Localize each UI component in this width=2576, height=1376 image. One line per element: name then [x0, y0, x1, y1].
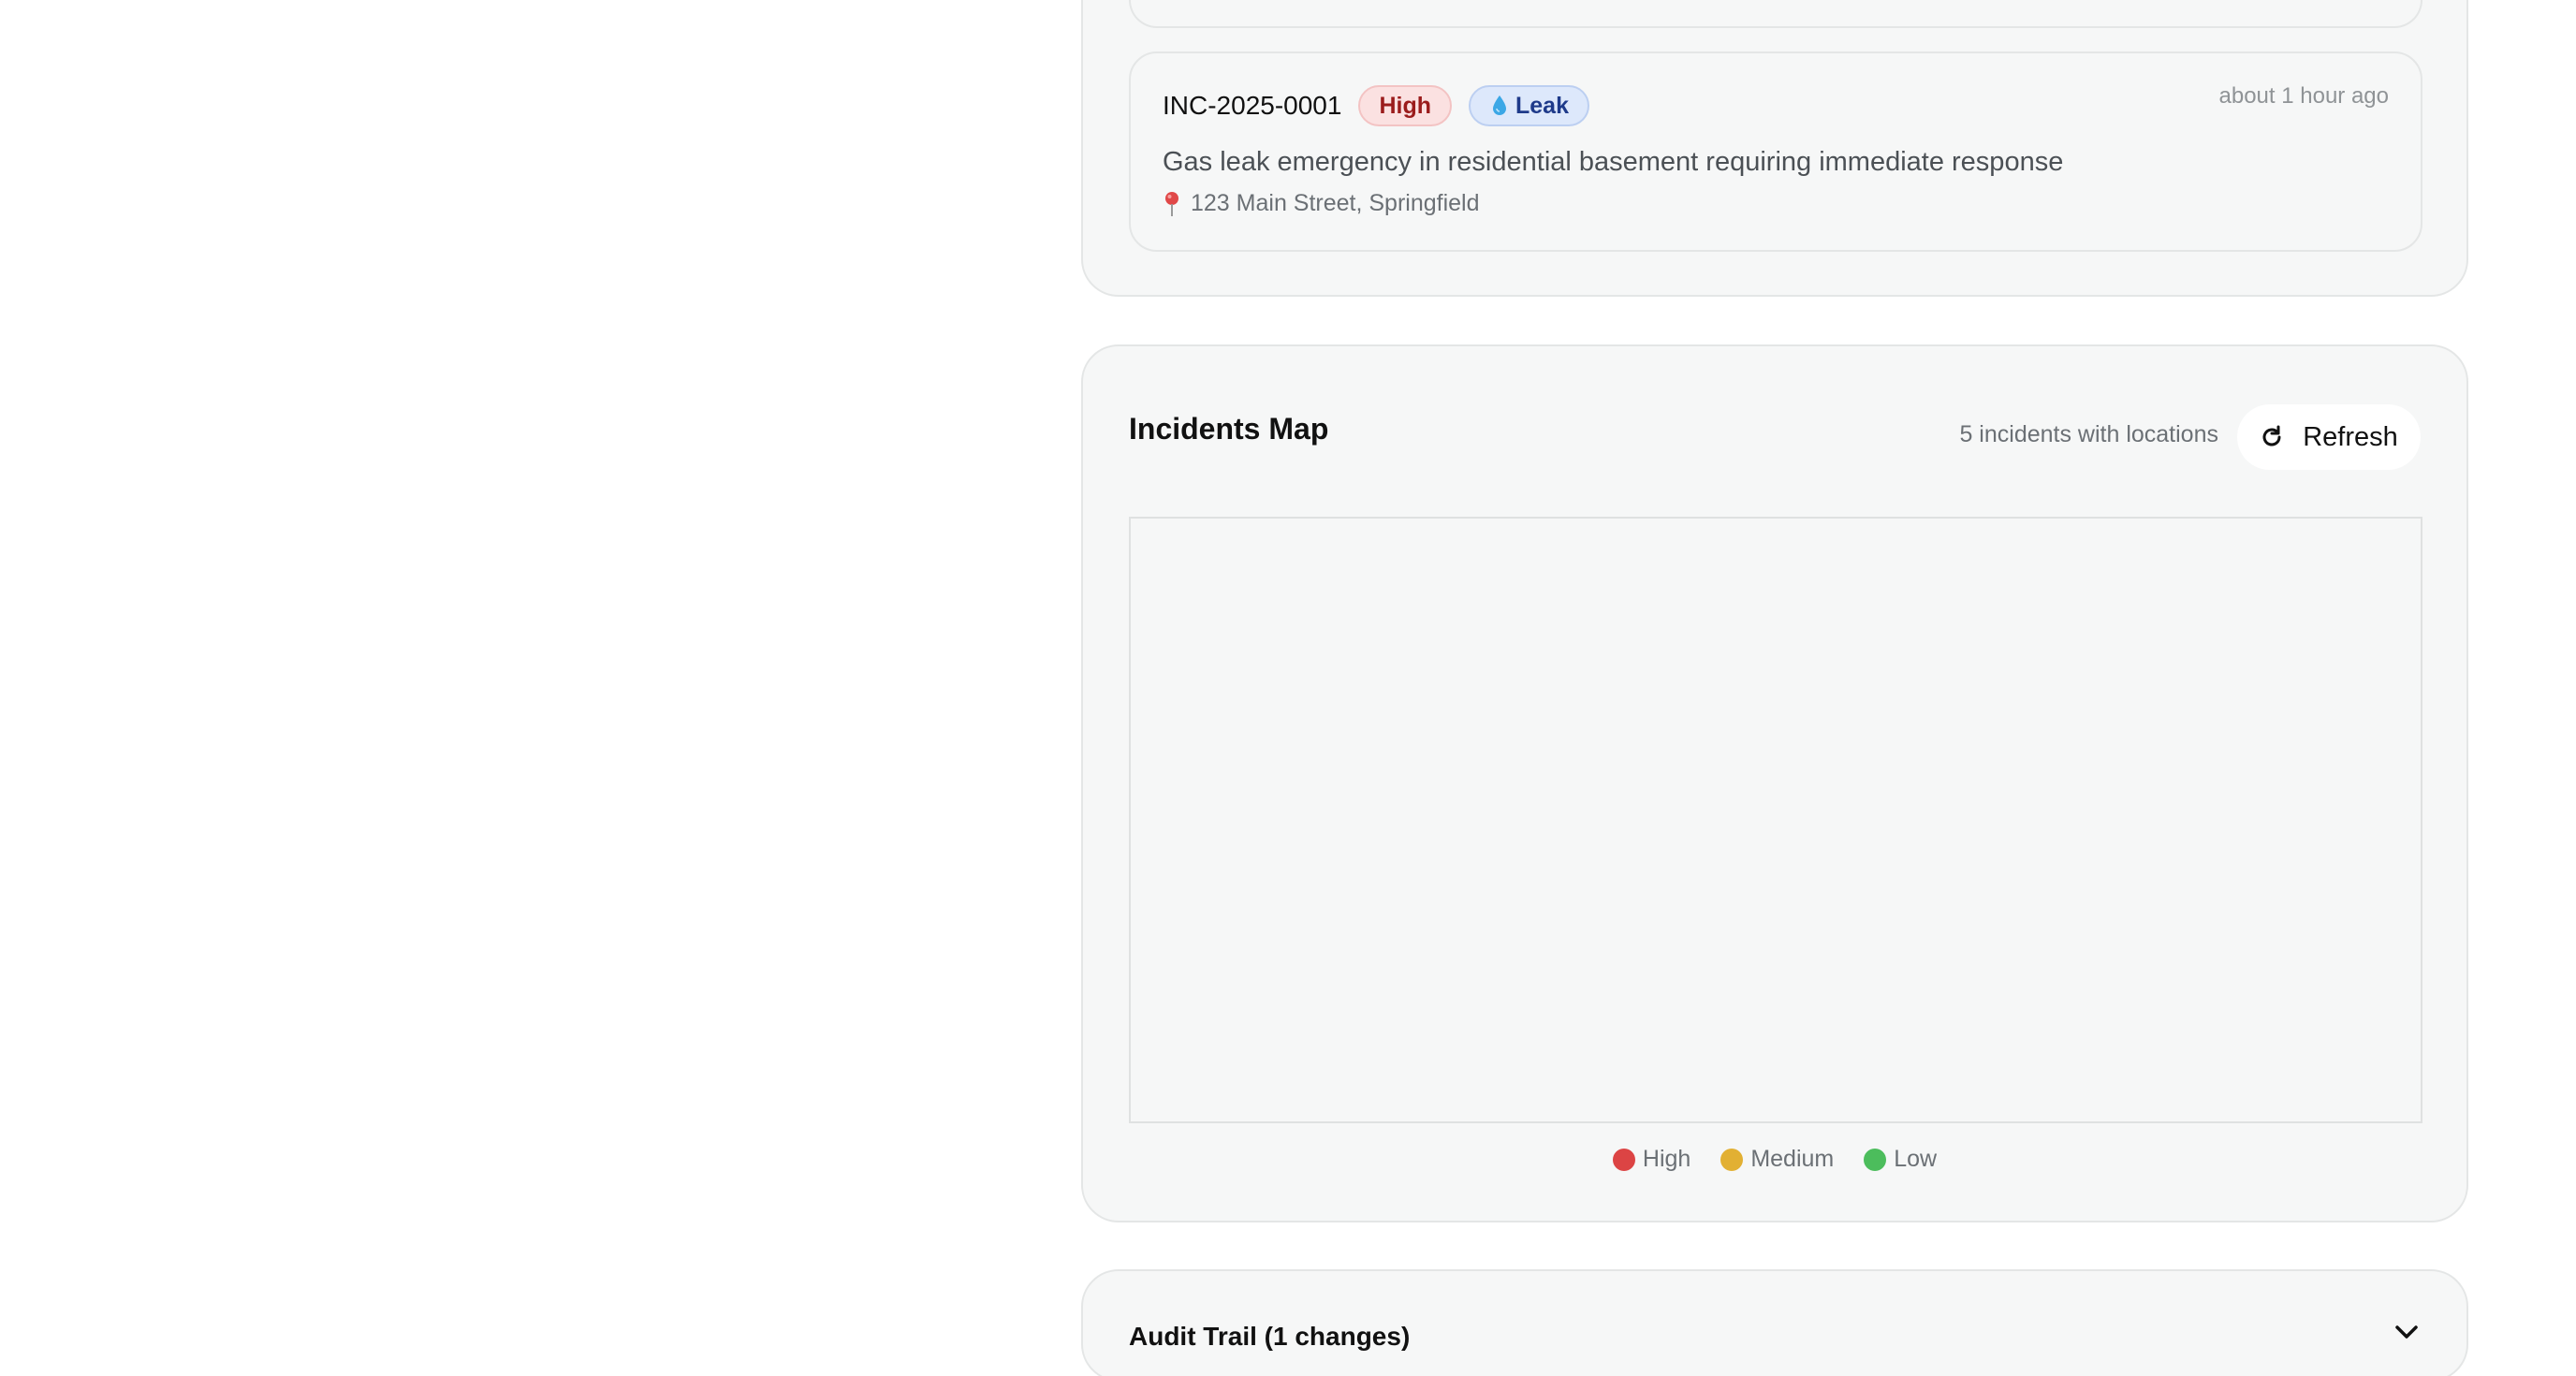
incident-header: INC-2025-0001 High Leak: [1163, 85, 1589, 126]
incident-time: about 1 hour ago: [2218, 83, 2390, 109]
legend-label-high: High: [1642, 1146, 1691, 1172]
incident-item-previous[interactable]: [1129, 0, 2422, 28]
incident-id: INC-2025-0001: [1163, 91, 1342, 120]
incident-description: Gas leak emergency in residential baseme…: [1163, 147, 2064, 177]
legend-dot-medium: [1720, 1148, 1744, 1171]
recent-incidents-card: INC-2025-0001 High Leak about 1 hour ago…: [1081, 0, 2468, 297]
audit-trail-title: Audit Trail (1 changes): [1129, 1322, 1411, 1351]
refresh-icon: [2262, 425, 2281, 446]
droplet-icon: [1493, 95, 1506, 115]
incident-count: 5 incidents with locations: [1959, 421, 2218, 447]
legend-dot-high: [1612, 1148, 1635, 1171]
type-badge: Leak: [1469, 85, 1589, 126]
page: INC-2025-0001 High Leak about 1 hour ago…: [0, 0, 2576, 1376]
map-pin-icon: [1165, 191, 1178, 216]
location-text: 123 Main Street, Springfield: [1191, 190, 1480, 216]
map-title: Incidents Map: [1129, 412, 1329, 446]
refresh-label: Refresh: [2303, 421, 2398, 452]
severity-label: High: [1379, 92, 1431, 119]
legend-item-high: High: [1612, 1146, 1691, 1173]
legend-label-low: Low: [1894, 1146, 1938, 1172]
legend-label-medium: Medium: [1750, 1146, 1835, 1172]
legend-dot-low: [1864, 1148, 1887, 1171]
audit-trail-card[interactable]: Audit Trail (1 changes): [1081, 1269, 2468, 1376]
map-legend: High Medium Low: [1083, 1146, 2466, 1173]
map-canvas[interactable]: [1129, 517, 2422, 1123]
chevron-down-icon[interactable]: [2393, 1323, 2420, 1341]
type-label: Leak: [1515, 92, 1569, 119]
legend-item-low: Low: [1864, 1146, 1937, 1173]
incident-item[interactable]: INC-2025-0001 High Leak about 1 hour ago…: [1129, 51, 2422, 252]
incident-location: 123 Main Street, Springfield: [1163, 190, 1480, 217]
severity-badge: High: [1358, 85, 1452, 126]
incidents-map-card: Incidents Map 5 incidents with locations…: [1081, 344, 2468, 1222]
refresh-button[interactable]: Refresh: [2237, 404, 2421, 470]
legend-item-medium: Medium: [1720, 1146, 1834, 1173]
